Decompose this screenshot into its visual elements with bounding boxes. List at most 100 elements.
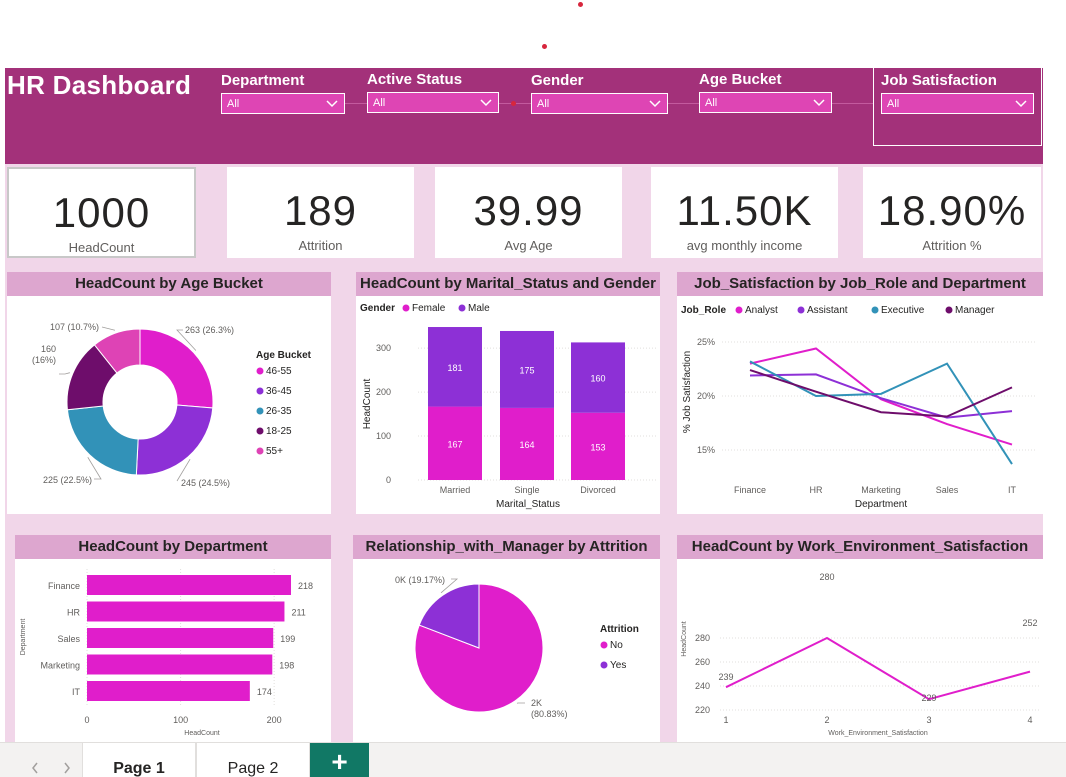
y-tick-label: HR (67, 608, 80, 618)
legend-item: Analyst (745, 305, 778, 316)
y-tick-label: IT (72, 687, 81, 697)
kpi-caption: avg monthly income (686, 238, 803, 253)
line-chart[interactable]: Job_Role Analyst Assistant Executive Manager… (677, 296, 1043, 514)
data-label: 0K (19.17%) (395, 575, 445, 585)
donut-chart[interactable]: 263 (26.3%) 245 (24.5%) 225 (22.5%) 160(16%… (7, 296, 331, 514)
bar-chart[interactable]: 0 100 200 Finance 218 HR 211 Sales 199 Marketing 1… (15, 559, 331, 742)
kpi-card-attrition-pct[interactable]: 18.90% Attrition % (863, 167, 1041, 258)
data-label: 239 (718, 672, 733, 682)
stacked-column-chart[interactable]: Gender Female Male 0 100 200 300 167 181 Married 1… (356, 296, 660, 514)
data-label: 252 (1022, 618, 1037, 628)
legend-title: Attrition (600, 624, 639, 635)
y-tick-label: 15% (697, 445, 715, 455)
legend-marker (256, 407, 264, 415)
legend-title: Job_Role (681, 305, 726, 316)
slicer-active-status[interactable]: Active Status All (367, 71, 499, 113)
department-dropdown[interactable]: All (221, 93, 345, 114)
red-dot-marker (578, 2, 583, 7)
kpi-caption: HeadCount (68, 240, 135, 255)
chart-title: HeadCount by Marital_Status and Gender (356, 272, 660, 296)
y-tick-label: 200 (376, 387, 391, 397)
chevron-down-icon (649, 100, 661, 108)
y-tick-label: 300 (376, 343, 391, 353)
x-tick-label: 0 (84, 715, 89, 725)
kpi-value: 11.50K (676, 187, 813, 234)
legend-item: Yes (610, 660, 626, 671)
slicer-gender[interactable]: Gender All (531, 72, 668, 114)
kpi-caption: Attrition (298, 238, 343, 253)
line-chart[interactable]: 220 240 260 280 239 280 229 252 1 2 3 4 Work_Environ… (677, 559, 1043, 742)
dropdown-value: All (705, 97, 718, 109)
y-tick-label: 280 (695, 633, 710, 643)
job-satisfaction-dropdown[interactable]: All (881, 93, 1034, 114)
page-tab-bar: Page 1 Page 2 + (0, 742, 1066, 777)
bar (87, 601, 285, 622)
chart-card-age-bucket[interactable]: HeadCount by Age Bucket 263 (26.3%) 245 (… (7, 272, 331, 514)
dropdown-value: All (537, 98, 550, 110)
legend-item: 18-25 (266, 426, 292, 437)
chevron-left-icon[interactable] (31, 762, 39, 774)
gender-dropdown[interactable]: All (531, 93, 668, 114)
tab-page-2[interactable]: Page 2 (196, 743, 310, 777)
age-bucket-dropdown[interactable]: All (699, 92, 832, 113)
chart-card-department[interactable]: HeadCount by Department 0 100 200 Finance 21… (15, 535, 331, 742)
kpi-card-avg-age[interactable]: 39.99 Avg Age (435, 167, 622, 258)
x-tick-label: HR (810, 485, 823, 495)
y-tick-label: 100 (376, 431, 391, 441)
app-root: HR Dashboard Department All Active Statu… (0, 0, 1066, 777)
bar (87, 681, 250, 701)
data-label: (16%) (32, 355, 56, 365)
y-tick-label: Finance (48, 581, 80, 591)
kpi-card-headcount[interactable]: 1000 HeadCount (7, 167, 196, 258)
legend-item: Assistant (807, 305, 848, 316)
kpi-card-avg-monthly-income[interactable]: 11.50K avg monthly income (651, 167, 838, 258)
kpi-caption: Avg Age (504, 238, 553, 253)
data-label: 199 (280, 634, 295, 644)
red-dot-marker (511, 101, 516, 106)
data-label: 2K (531, 698, 542, 708)
data-label: 160 (590, 374, 605, 384)
chart-title: HeadCount by Department (15, 535, 331, 559)
y-tick-label: 25% (697, 337, 715, 347)
chart-card-work-environment[interactable]: HeadCount by Work_Environment_Satisfacti… (677, 535, 1043, 742)
legend-marker (256, 427, 264, 435)
tab-page-1[interactable]: Page 1 (82, 743, 196, 777)
slicer-age-bucket[interactable]: Age Bucket All (699, 71, 832, 113)
y-tick-label: 220 (695, 705, 710, 715)
legend-marker (797, 306, 805, 314)
series-line (749, 347, 1013, 446)
header-divider-line (830, 103, 873, 104)
kpi-value: 18.90% (877, 187, 1027, 234)
y-tick-label: 240 (695, 681, 710, 691)
chart-title: HeadCount by Age Bucket (7, 272, 331, 296)
y-tick-label: Sales (57, 634, 80, 644)
legend-marker (402, 304, 410, 312)
slicer-department[interactable]: Department All (221, 72, 345, 114)
legend-marker (256, 367, 264, 375)
chart-card-marital-gender[interactable]: HeadCount by Marital_Status and Gender G… (356, 272, 660, 514)
slicer-label: Active Status (367, 71, 463, 88)
chevron-down-icon (1015, 100, 1027, 108)
kpi-card-attrition[interactable]: 189 Attrition (227, 167, 414, 258)
red-dot-marker (542, 44, 547, 49)
x-axis-title: Marital_Status (496, 499, 560, 510)
chevron-down-icon (326, 100, 338, 108)
slicer-job-satisfaction[interactable]: Job Satisfaction All (873, 66, 1042, 146)
series-line (725, 636, 1031, 701)
active-status-dropdown[interactable]: All (367, 92, 499, 113)
x-tick-label: 2 (824, 715, 829, 725)
add-page-button[interactable]: + (310, 743, 369, 777)
y-axis-title: HeadCount (362, 378, 373, 429)
bar (87, 628, 274, 648)
chart-card-job-satisfaction[interactable]: Job_Satisfaction by Job_Role and Departm… (677, 272, 1043, 514)
chevron-right-icon[interactable] (63, 762, 71, 774)
x-tick-label: 200 (267, 715, 282, 725)
x-tick-label: IT (1008, 485, 1017, 495)
legend-item: Executive (881, 305, 925, 316)
x-tick-label: Single (514, 485, 539, 495)
chevron-down-icon (813, 99, 825, 107)
header-divider-line (345, 103, 367, 104)
pie-chart[interactable]: 2K(80.83%) 0K (19.17%) Attrition No Yes (353, 559, 660, 742)
y-axis-title: % Job Satisfaction (682, 351, 693, 433)
chart-card-manager-attrition[interactable]: Relationship_with_Manager by Attrition 2… (353, 535, 660, 742)
